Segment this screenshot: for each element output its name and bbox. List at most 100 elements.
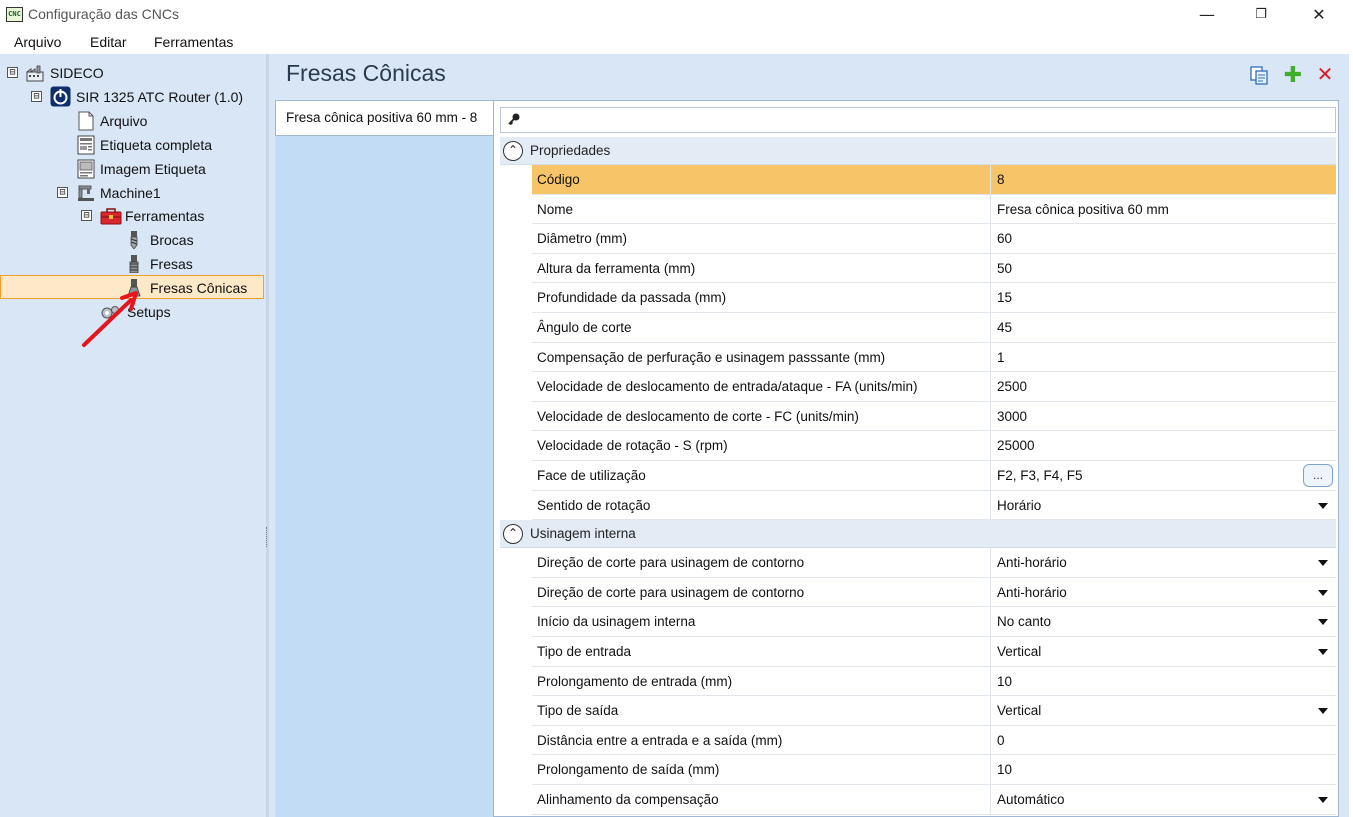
copy-icon[interactable] <box>1248 64 1270 86</box>
property-value[interactable]: 3000 <box>997 402 1027 431</box>
tree-node-etiqueta-completa[interactable]: Etiqueta completa <box>0 133 260 157</box>
column-divider[interactable] <box>990 283 991 312</box>
tab-fresa-conica[interactable]: Fresa cônica positiva 60 mm - 8 <box>275 100 493 136</box>
column-divider[interactable] <box>990 342 991 372</box>
column-divider[interactable] <box>990 253 991 283</box>
tree-node-sideco[interactable]: ⊟ SIDECO <box>0 61 260 85</box>
tree-node-machine1[interactable]: ⊟ Machine1 <box>0 181 260 205</box>
dropdown-arrow-icon[interactable] <box>1318 797 1328 803</box>
property-value[interactable]: 1 <box>997 343 1005 372</box>
property-row[interactable]: Sentido de rotação Horário <box>532 490 1336 521</box>
column-divider[interactable] <box>990 607 991 636</box>
property-value[interactable]: 15 <box>997 283 1012 312</box>
property-value[interactable]: 10 <box>997 755 1012 784</box>
dropdown-arrow-icon[interactable] <box>1318 708 1328 715</box>
column-divider[interactable] <box>990 372 991 401</box>
delete-icon[interactable]: ✕ <box>1314 64 1336 86</box>
property-row[interactable]: Velocidade de rotação - S (rpm) 25000 <box>532 431 1336 461</box>
column-divider[interactable] <box>990 431 991 460</box>
property-row[interactable]: Início da usinagem interna No canto <box>532 607 1336 637</box>
category-propriedades[interactable]: ⌃ Propriedades <box>500 137 1336 165</box>
property-value[interactable]: 2500 <box>997 372 1027 401</box>
collapse-icon[interactable]: ⊟ <box>81 210 92 221</box>
property-row[interactable]: Diâmetro (mm) 60 <box>532 224 1336 254</box>
property-value[interactable]: Vertical <box>997 637 1041 666</box>
property-value[interactable]: 10 <box>997 667 1012 696</box>
property-row[interactable]: Prolongamento de saída (mm) 10 <box>532 755 1336 785</box>
collapse-icon[interactable]: ⊟ <box>7 67 18 78</box>
column-divider[interactable] <box>990 224 991 253</box>
menu-editar[interactable]: Editar <box>90 34 127 50</box>
menu-arquivo[interactable]: Arquivo <box>14 34 61 50</box>
property-row[interactable]: Distância entre a entrada e a saída (mm)… <box>532 725 1336 756</box>
tree-node-setups[interactable]: Setups <box>0 300 260 324</box>
property-row[interactable]: Ângulo de corte 45 <box>532 313 1336 343</box>
property-row[interactable]: Tipo de entrada Vertical <box>532 637 1336 667</box>
property-search-bar[interactable] <box>500 107 1336 133</box>
property-value[interactable]: Horário <box>997 491 1041 520</box>
menu-ferramentas[interactable]: Ferramentas <box>154 34 233 50</box>
dropdown-arrow-icon[interactable] <box>1318 502 1328 509</box>
property-value[interactable]: 0 <box>997 726 1005 755</box>
tree-node-brocas[interactable]: Brocas <box>0 228 260 252</box>
property-value[interactable]: Anti-horário <box>997 548 1067 577</box>
column-divider[interactable] <box>990 490 991 520</box>
property-row[interactable]: Compensação de perfuração e usinagem pas… <box>532 342 1336 373</box>
collapse-category-icon[interactable]: ⌃ <box>503 524 523 545</box>
tree-node-router[interactable]: ⊟ SIR 1325 ATC Router (1.0) <box>0 85 260 109</box>
property-value[interactable]: No canto <box>997 607 1051 636</box>
property-value[interactable]: 8 <box>997 165 1005 194</box>
minimize-button[interactable]: — <box>1184 0 1230 30</box>
property-row[interactable]: Alinhamento da compensação Automático <box>532 785 1336 815</box>
tree-node-fresas-conicas[interactable]: Fresas Cônicas <box>0 276 262 300</box>
column-divider[interactable] <box>990 194 991 224</box>
property-row[interactable]: Profundidade da passada (mm) 15 <box>532 283 1336 313</box>
tree-node-arquivo[interactable]: Arquivo <box>0 109 260 133</box>
property-value[interactable]: 50 <box>997 254 1012 283</box>
property-value[interactable]: F2, F3, F4, F5 <box>997 461 1083 490</box>
property-value[interactable]: Vertical <box>997 696 1041 725</box>
property-row[interactable]: Tipo de saída Vertical <box>532 696 1336 726</box>
property-row[interactable]: Código 8 <box>532 165 1336 195</box>
column-divider[interactable] <box>990 548 991 577</box>
property-value[interactable]: Automático <box>997 785 1065 814</box>
property-row[interactable]: Altura da ferramenta (mm) 50 <box>532 253 1336 284</box>
property-row[interactable]: Direção de corte para usinagem de contor… <box>532 577 1336 608</box>
property-row[interactable]: Face de utilização F2, F3, F4, F5... <box>532 461 1336 491</box>
column-divider[interactable] <box>990 313 991 342</box>
column-divider[interactable] <box>990 666 991 696</box>
property-value[interactable]: Fresa cônica positiva 60 mm <box>997 195 1169 224</box>
add-icon[interactable]: ✚ <box>1282 64 1304 86</box>
dropdown-arrow-icon[interactable] <box>1318 560 1328 567</box>
collapse-icon[interactable]: ⊟ <box>31 91 42 102</box>
column-divider[interactable] <box>990 637 991 666</box>
column-divider[interactable] <box>990 461 991 490</box>
tree-node-ferramentas[interactable]: ⊟ Ferramentas <box>0 204 260 228</box>
property-value[interactable]: 25000 <box>997 431 1035 460</box>
collapse-icon[interactable]: ⊟ <box>57 187 68 198</box>
close-button[interactable]: ✕ <box>1296 0 1342 30</box>
property-value[interactable]: Anti-horário <box>997 578 1067 607</box>
column-divider[interactable] <box>990 165 991 194</box>
column-divider[interactable] <box>990 696 991 725</box>
property-row[interactable]: Nome Fresa cônica positiva 60 mm <box>532 194 1336 225</box>
property-value[interactable]: 60 <box>997 224 1012 253</box>
tree-node-imagem-etiqueta[interactable]: Imagem Etiqueta <box>0 157 260 181</box>
column-divider[interactable] <box>990 785 991 814</box>
dropdown-arrow-icon[interactable] <box>1318 589 1328 596</box>
ellipsis-button[interactable]: ... <box>1303 464 1333 487</box>
dropdown-arrow-icon[interactable] <box>1318 649 1328 655</box>
column-divider[interactable] <box>990 725 991 755</box>
dropdown-arrow-icon[interactable] <box>1318 619 1328 626</box>
column-divider[interactable] <box>990 577 991 607</box>
maximize-button[interactable]: ❐ <box>1238 0 1284 30</box>
column-divider[interactable] <box>990 401 991 431</box>
column-divider[interactable] <box>990 755 991 784</box>
collapse-category-icon[interactable]: ⌃ <box>503 141 523 161</box>
property-row[interactable]: Direção de corte para usinagem de contor… <box>532 548 1336 578</box>
category-usinagem-interna[interactable]: ⌃ Usinagem interna <box>500 520 1336 549</box>
property-value[interactable]: 45 <box>997 313 1012 342</box>
tree-node-fresas[interactable]: Fresas <box>0 252 260 276</box>
property-row[interactable]: Velocidade de deslocamento de entrada/at… <box>532 372 1336 402</box>
property-row[interactable]: Prolongamento de entrada (mm) 10 <box>532 666 1336 697</box>
